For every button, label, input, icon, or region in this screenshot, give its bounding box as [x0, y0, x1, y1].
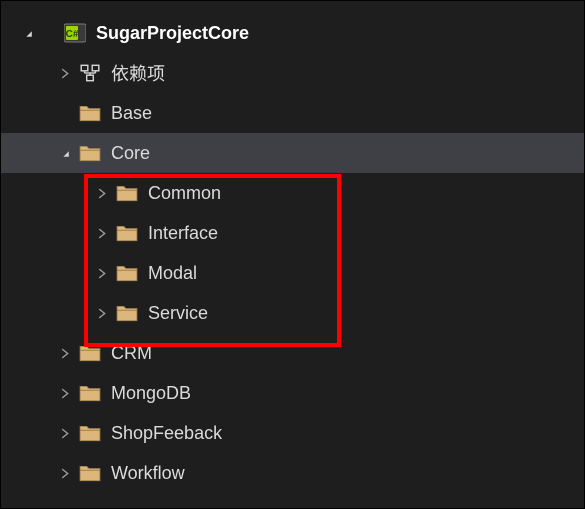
- tree-item-label: Common: [148, 183, 221, 204]
- project-name-label: SugarProjectCore: [96, 23, 249, 44]
- tree-item-label: Core: [111, 143, 150, 164]
- tree-item-label: Base: [111, 103, 152, 124]
- expander-expanded-icon[interactable]: [56, 144, 74, 162]
- tree-row-project[interactable]: C# SugarProjectCore: [1, 13, 584, 53]
- expander-collapsed-icon[interactable]: [56, 344, 74, 362]
- tree-item-label: 依赖项: [111, 60, 165, 86]
- tree-item-label: Modal: [148, 263, 197, 284]
- tree-row-folder[interactable]: Service: [1, 293, 584, 333]
- folder-icon: [79, 142, 101, 164]
- tree-row-folder[interactable]: Interface: [1, 213, 584, 253]
- globe-icon: [64, 3, 86, 4]
- folder-icon: [116, 302, 138, 324]
- expander-collapsed-icon[interactable]: [93, 264, 111, 282]
- tree-row-dependencies[interactable]: 依赖项: [1, 53, 584, 93]
- folder-icon: [79, 462, 101, 484]
- tree-row-folder[interactable]: CRM: [1, 333, 584, 373]
- csharp-project-icon: C#: [64, 22, 86, 44]
- tree-item-label: Workflow: [111, 463, 185, 484]
- tree-item-label: Interface: [148, 223, 218, 244]
- expander-collapsed-icon[interactable]: [93, 304, 111, 322]
- tree-item-label: ShopFeeback: [111, 423, 222, 444]
- expander-collapsed-icon[interactable]: [56, 384, 74, 402]
- tree-item-label: ...: [96, 3, 111, 4]
- expander-collapsed-icon[interactable]: [56, 424, 74, 442]
- partial-row-top: ...: [1, 3, 584, 13]
- tree-row-folder[interactable]: Base: [1, 93, 584, 133]
- expander-collapsed-icon[interactable]: [93, 224, 111, 242]
- folder-icon: [79, 102, 101, 124]
- dependencies-icon: [79, 62, 101, 84]
- folder-icon: [116, 222, 138, 244]
- solution-explorer-tree: ... C# SugarProjectCore: [1, 1, 584, 493]
- svg-text:C#: C#: [66, 29, 79, 40]
- tree-item-label: Service: [148, 303, 208, 324]
- tree-item-label: MongoDB: [111, 383, 191, 404]
- folder-icon: [79, 382, 101, 404]
- tree-row-folder[interactable]: Modal: [1, 253, 584, 293]
- expander-collapsed-icon[interactable]: [93, 184, 111, 202]
- tree-row[interactable]: ...: [1, 3, 584, 13]
- expander-collapsed-icon[interactable]: [56, 464, 74, 482]
- tree-item-label: CRM: [111, 343, 152, 364]
- tree-row-folder[interactable]: ShopFeeback: [1, 413, 584, 453]
- folder-icon: [79, 342, 101, 364]
- tree-row-folder-core[interactable]: Core: [1, 133, 584, 173]
- folder-icon: [116, 262, 138, 284]
- expander-expanded-icon[interactable]: [19, 24, 37, 42]
- folder-icon: [79, 422, 101, 444]
- tree-row-folder[interactable]: Workflow: [1, 453, 584, 493]
- expander-collapsed-icon[interactable]: [56, 64, 74, 82]
- tree-row-folder[interactable]: Common: [1, 173, 584, 213]
- tree-row-folder[interactable]: MongoDB: [1, 373, 584, 413]
- folder-icon: [116, 182, 138, 204]
